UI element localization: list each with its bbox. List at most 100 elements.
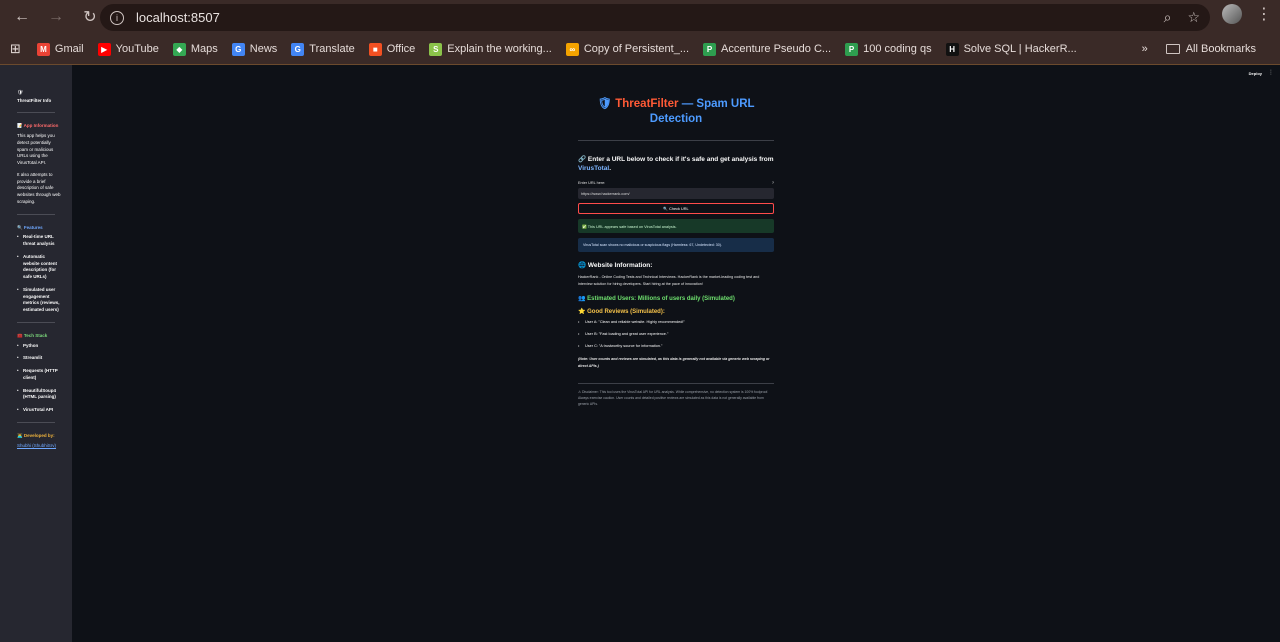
app-info-title: 📝 App Information xyxy=(17,123,59,129)
simulation-note: (Note: User counts and reviews are simul… xyxy=(578,357,770,368)
divider xyxy=(17,112,55,114)
bookmark-label: News xyxy=(249,43,278,55)
p-icon: P xyxy=(845,42,859,56)
divider xyxy=(17,213,55,215)
review-item: User C: "A trustworthy source for inform… xyxy=(578,344,774,348)
app-menu-icon[interactable]: ⋮ xyxy=(1268,69,1274,76)
reviews-list: User A: "Clean and reliable website. Hig… xyxy=(578,320,774,348)
bookmark-item[interactable]: ∞ Copy of Persistent_... xyxy=(565,42,690,56)
p-icon: P xyxy=(703,42,717,56)
youtube-icon: ▶ xyxy=(97,42,111,56)
translate-icon: G xyxy=(291,42,305,56)
link-icon: ∞ xyxy=(565,42,579,56)
review-item: User A: "Clean and reliable website. Hig… xyxy=(578,320,774,324)
page-title: 🛡 ThreatFilter — Spam URL Detection xyxy=(578,97,774,127)
bookmark-item[interactable]: P 100 coding qs xyxy=(845,42,932,56)
gmail-icon: M xyxy=(36,42,50,56)
tech-title: 🧰 Tech Stack xyxy=(17,332,48,338)
tech-list: Python Streamlit Requests (HTTP client) Bea… xyxy=(17,343,62,414)
website-description: HackerRank - Online Coding Tests and Tec… xyxy=(578,275,760,286)
url-input-label: Enter URL here: ? xyxy=(578,181,774,185)
maps-icon: ◆ xyxy=(172,42,186,56)
tech-item: Python xyxy=(17,343,62,350)
check-url-button[interactable]: 🔍 Check URL xyxy=(578,203,774,215)
bookmark-label: 100 coding qs xyxy=(863,43,932,55)
bookmark-item[interactable]: ■ Office xyxy=(368,42,416,56)
star-icon[interactable]: ☆ xyxy=(1187,9,1200,26)
hackerrank-icon: H xyxy=(945,42,959,56)
forward-icon[interactable]: → xyxy=(42,3,70,31)
bookmark-label: Copy of Persistent_... xyxy=(583,43,690,55)
url-input[interactable]: https://www.hackerrank.com/ xyxy=(578,188,774,200)
url-input-label-text: Enter URL here: xyxy=(578,181,606,186)
disclaimer: ⚠ Disclaimer: This tool uses the VirusTo… xyxy=(578,390,769,406)
bookmarks-bar: ⊞ M Gmail ▶ YouTube ◆ Maps G News G Translate ■ Off… xyxy=(0,34,1280,65)
review-item: User B: "Fast loading and great user exp… xyxy=(578,332,774,336)
bookmark-label: Accenture Pseudo C... xyxy=(721,43,832,55)
instructions-text: 🔗 Enter a URL below to check if it's saf… xyxy=(578,155,774,163)
virustotal-link: VirusTotal xyxy=(578,164,610,172)
divider xyxy=(578,139,774,141)
browser-menu-icon[interactable]: ⋮ xyxy=(1256,4,1272,24)
tech-item: Requests (HTTP client) xyxy=(17,368,62,382)
bookmark-item[interactable]: G News xyxy=(231,42,278,56)
bookmark-label: Maps xyxy=(190,43,218,55)
tech-item: Streamlit xyxy=(17,355,62,362)
office-icon: ■ xyxy=(368,42,382,56)
feature-item: Real-time URL threat analysis xyxy=(17,234,62,248)
tech-item: BeautifulSoup4 (HTML parsing) xyxy=(17,388,62,402)
bookmark-item[interactable]: M Gmail xyxy=(36,42,84,56)
address-bar[interactable]: i localhost:8507 ⌕ ☆ xyxy=(100,4,1210,31)
streamlit-app: 🛡 ThreatFilter Info 📝 App Information Th… xyxy=(0,65,1280,642)
apps-grid-icon[interactable]: ⊞ xyxy=(10,41,21,57)
shield-icon: 🛡 xyxy=(597,98,613,110)
bookmark-label: Gmail xyxy=(54,43,84,55)
app-info-text-2: It also attempts to provide a brief desc… xyxy=(17,171,61,204)
estimated-users: 👥 Estimated Users: Millions of users dai… xyxy=(578,296,735,303)
bookmark-item[interactable]: H Solve SQL | HackerR... xyxy=(945,42,1077,56)
deploy-button[interactable]: Deploy xyxy=(1249,71,1262,76)
all-bookmarks[interactable]: All Bookmarks xyxy=(1165,43,1256,55)
bookmark-label: YouTube xyxy=(115,43,159,55)
divider xyxy=(17,421,55,423)
more-bookmarks-icon[interactable]: » xyxy=(1142,43,1148,55)
help-icon[interactable]: ? xyxy=(772,181,774,185)
folder-icon xyxy=(1165,44,1180,54)
developer-link[interactable]: Shubhi (ShubhiSrv) xyxy=(17,443,62,450)
bookmark-label: Explain the working... xyxy=(447,43,552,55)
instructions-end: . xyxy=(609,164,611,172)
app-info-text-1: This app helps you detect potentially sp… xyxy=(17,133,55,165)
sidebar-title: ThreatFilter Info xyxy=(17,97,52,103)
feature-item: Automatic website content description (f… xyxy=(17,254,62,281)
site-info-icon[interactable]: i xyxy=(110,10,124,25)
safe-alert: ✅ This URL appears safe based on VirusTo… xyxy=(578,219,774,234)
news-icon: G xyxy=(231,42,245,56)
bookmark-label: Translate xyxy=(309,43,355,55)
sidebar: 🛡 ThreatFilter Info 📝 App Information Th… xyxy=(0,65,72,642)
instructions: 🔗 Enter a URL below to check if it's saf… xyxy=(578,155,774,173)
bookmark-item[interactable]: P Accenture Pseudo C... xyxy=(703,42,832,56)
developer-title: 👨‍💻 Developed by: xyxy=(17,432,55,438)
divider xyxy=(17,321,55,323)
bookmark-item[interactable]: ▶ YouTube xyxy=(97,42,159,56)
feature-item: Simulated user engagement metrics (revie… xyxy=(17,287,62,314)
tech-item: VirusTotal API xyxy=(17,407,62,414)
sidebar-title-icon: 🛡 xyxy=(17,90,24,96)
zoom-icon[interactable]: ⌕ xyxy=(1164,9,1172,26)
bookmark-item[interactable]: G Translate xyxy=(291,42,355,56)
main-content: 🛡 ThreatFilter — Spam URL Detection 🔗 En… xyxy=(578,65,774,408)
website-info-heading: 🌐 Website Information: xyxy=(578,262,653,270)
features-list: Real-time URL threat analysis Automatic w… xyxy=(17,234,62,314)
bookmark-label: Office xyxy=(386,43,416,55)
bookmark-label: Solve SQL | HackerR... xyxy=(963,43,1077,55)
features-title: 🔍 Features xyxy=(17,224,43,230)
profile-avatar[interactable] xyxy=(1222,4,1242,24)
title-brand: ThreatFilter xyxy=(615,98,679,110)
url-text[interactable]: localhost:8507 xyxy=(136,10,220,25)
bookmark-item[interactable]: ◆ Maps xyxy=(172,42,218,56)
reviews-heading: ⭐ Good Reviews (Simulated): xyxy=(578,309,665,316)
back-icon[interactable]: ← xyxy=(8,3,36,31)
doc-icon: S xyxy=(429,42,443,56)
bookmark-item[interactable]: S Explain the working... xyxy=(429,42,552,56)
scan-info-alert: VirusTotal scan shows no malicious or su… xyxy=(578,238,774,253)
